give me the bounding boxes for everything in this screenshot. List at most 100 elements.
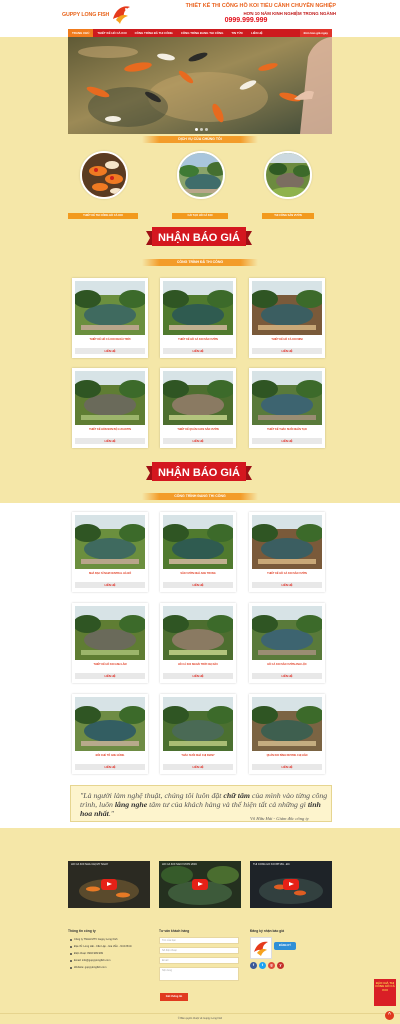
back-to-top-icon[interactable]: ^ bbox=[385, 1011, 394, 1020]
nav-item-contact[interactable]: LIÊN HỆ bbox=[247, 29, 266, 37]
service-image[interactable] bbox=[264, 151, 312, 199]
contact-button[interactable]: LIÊN HỆ bbox=[163, 348, 233, 354]
play-icon[interactable] bbox=[283, 879, 299, 890]
header-phone[interactable]: 0999.999.999 bbox=[196, 17, 296, 24]
project-image[interactable] bbox=[163, 697, 233, 751]
project-caption[interactable]: HỒ CÁ KOI NGOÀI TRỜI CHỊ DẦU bbox=[160, 663, 236, 666]
floating-quote-button[interactable]: BÁO GIÁ THI CÔNG HỒ CÁ KOI bbox=[374, 979, 396, 1006]
video-player[interactable]: HỒ CÁ KOI NHÀ CHỊ MỸ NGAY bbox=[68, 861, 150, 908]
register-button[interactable]: ĐĂNG KÝ bbox=[274, 942, 296, 950]
contact-button[interactable]: LIÊN HỆ bbox=[252, 348, 322, 354]
project-image[interactable] bbox=[163, 281, 233, 335]
service-label[interactable]: CẢI TẠO HỒ CÁ KOI bbox=[172, 213, 228, 219]
project-card[interactable]: QUÁN KOI BÌNH DƯƠNG CHỊ HÂN LIÊN HỆ bbox=[249, 694, 325, 774]
project-card[interactable]: THIẾT KẾ QUÁN CAFE SÂN VƯỜN LIÊN HỆ bbox=[160, 368, 236, 448]
project-card[interactable]: NHÀ BẠC SĨ NAM CENTRAL HÀ ĐÔ LIÊN HỆ bbox=[72, 512, 148, 592]
project-caption[interactable]: THIẾT KẾ THÁC SUỐI NHÂN TẠO bbox=[249, 428, 325, 431]
project-card[interactable]: SÂN VƯỜN NHÀ ANH TRUNG LIÊN HỆ bbox=[160, 512, 236, 592]
play-icon[interactable] bbox=[192, 879, 208, 890]
project-image[interactable] bbox=[75, 606, 145, 660]
hero-slider[interactable] bbox=[68, 37, 332, 134]
project-caption[interactable]: THIẾT KẾ HỒ KOI ANH LÂM bbox=[72, 663, 148, 666]
project-card[interactable]: THIẾT KẾ HỒ CÁ KOI SÂN VƯỜN LIÊN HỆ bbox=[249, 512, 325, 592]
play-icon[interactable] bbox=[101, 879, 117, 890]
project-image[interactable] bbox=[163, 606, 233, 660]
twitter-icon[interactable]: t bbox=[259, 962, 266, 969]
contact-button[interactable]: LIÊN HỆ bbox=[252, 438, 322, 444]
project-caption[interactable]: THIẾT KẾ QUÁN CAFE SÂN VƯỜN bbox=[160, 428, 236, 431]
contact-button[interactable]: LIÊN HỆ bbox=[252, 673, 322, 679]
project-caption[interactable]: QUÁN KOI BÌNH DƯƠNG CHỊ HÂN bbox=[249, 754, 325, 757]
email-input[interactable]: Email bbox=[159, 957, 239, 964]
contact-button[interactable]: LIÊN HỆ bbox=[163, 673, 233, 679]
project-card[interactable]: ĐỒI CHÈ TỐ ANH HÙNG LIÊN HỆ bbox=[72, 694, 148, 774]
project-card[interactable]: HỒ CÁ KOI SÂN VƯỜN ANH LỘC LIÊN HỆ bbox=[249, 603, 325, 683]
service-label[interactable]: THI CÔNG SÂN VƯỜN bbox=[262, 213, 314, 219]
project-caption[interactable]: THIẾT KẾ HÒN NON BỘ LUCAKTIN bbox=[72, 428, 148, 431]
contact-button[interactable]: LIÊN HỆ bbox=[252, 764, 322, 770]
project-image[interactable] bbox=[75, 281, 145, 335]
facebook-icon[interactable]: f bbox=[250, 962, 257, 969]
name-input[interactable]: Tên của bạn bbox=[159, 937, 239, 944]
project-image[interactable] bbox=[75, 515, 145, 569]
contact-button[interactable]: LIÊN HỆ bbox=[75, 582, 145, 588]
project-card[interactable]: THÁC SUỐI NHÀ CHỊ DIANY LIÊN HỆ bbox=[160, 694, 236, 774]
project-card[interactable]: THIẾT KẾ HỒ CÁ KOI NGOÀI TRỜI LIÊN HỆ bbox=[72, 278, 148, 358]
contact-button[interactable]: LIÊN HỆ bbox=[252, 582, 322, 588]
project-card[interactable]: THIẾT KẾ HỒ CÁ KOI SÂN VƯỜN LIÊN HỆ bbox=[160, 278, 236, 358]
project-image[interactable] bbox=[163, 371, 233, 425]
project-caption[interactable]: THIẾT KẾ HỒ CÁ KOI SÂN VƯỜN bbox=[249, 572, 325, 575]
project-image[interactable] bbox=[75, 697, 145, 751]
project-image[interactable] bbox=[252, 697, 322, 751]
project-card[interactable]: THIẾT KẾ HỒ KOI ANH LÂM LIÊN HỆ bbox=[72, 603, 148, 683]
contact-button[interactable]: LIÊN HỆ bbox=[163, 438, 233, 444]
nav-item-done[interactable]: CÔNG TRÌNH ĐÃ THI CÔNG bbox=[131, 29, 177, 37]
service-label[interactable]: THIẾT KẾ THI CÔNG HỒ CÁ KOI bbox=[68, 213, 138, 219]
project-image[interactable] bbox=[252, 606, 322, 660]
project-card[interactable]: HỒ CÁ KOI NGOÀI TRỜI CHỊ DẦU LIÊN HỆ bbox=[160, 603, 236, 683]
nav-item-news[interactable]: TIN TỨC bbox=[227, 29, 247, 37]
contact-button[interactable]: LIÊN HỆ bbox=[163, 582, 233, 588]
project-image[interactable] bbox=[252, 515, 322, 569]
nav-item-home[interactable]: TRANG CHỦ bbox=[68, 29, 94, 37]
slider-dot[interactable] bbox=[194, 128, 198, 131]
slider-dot[interactable] bbox=[204, 128, 208, 131]
video-player[interactable]: HỒ CÁ KOI SÂN VƯỜN 2019 bbox=[159, 861, 241, 908]
project-image[interactable] bbox=[252, 371, 322, 425]
youtube-icon[interactable]: y bbox=[277, 962, 284, 969]
project-card[interactable]: THIẾT KẾ HỒ CÁ KOI MINI LIÊN HỆ bbox=[249, 278, 325, 358]
contact-button[interactable]: LIÊN HỆ bbox=[75, 348, 145, 354]
quote-banner-button[interactable]: NHẬN BÁO GIÁ bbox=[146, 461, 252, 483]
contact-button[interactable]: LIÊN HỆ bbox=[75, 673, 145, 679]
google-icon[interactable]: g bbox=[268, 962, 275, 969]
phone-input[interactable]: Số điện thoại bbox=[159, 947, 239, 954]
project-card[interactable]: THIẾT KẾ THÁC SUỐI NHÂN TẠO LIÊN HỆ bbox=[249, 368, 325, 448]
service-image[interactable] bbox=[177, 151, 225, 199]
quote-banner-button[interactable]: NHẬN BÁO GIÁ bbox=[146, 226, 252, 248]
project-caption[interactable]: HỒ CÁ KOI SÂN VƯỜN ANH LỘC bbox=[249, 663, 325, 666]
contact-button[interactable]: LIÊN HỆ bbox=[75, 764, 145, 770]
project-image[interactable] bbox=[75, 371, 145, 425]
video-player[interactable]: THI CÔNG HỒ KOI BT181 - ĐC bbox=[250, 861, 332, 908]
project-caption[interactable]: THIẾT KẾ HỒ CÁ KOI MINI bbox=[249, 338, 325, 341]
nav-item-design[interactable]: THIẾT KẾ HỒ CÁ KOI bbox=[93, 29, 130, 37]
project-image[interactable] bbox=[163, 515, 233, 569]
nav-quote-button[interactable]: Đơn báo giá ngay bbox=[299, 29, 332, 37]
project-caption[interactable]: THÁC SUỐI NHÀ CHỊ DIANY bbox=[160, 754, 236, 757]
project-caption[interactable]: NHÀ BẠC SĨ NAM CENTRAL HÀ ĐÔ bbox=[72, 572, 148, 575]
service-image[interactable] bbox=[80, 151, 128, 199]
nav-item-ongoing[interactable]: CÔNG TRÌNH ĐANG THI CÔNG bbox=[177, 29, 228, 37]
project-caption[interactable]: THIẾT KẾ HỒ CÁ KOI SÂN VƯỜN bbox=[160, 338, 236, 341]
slider-dot[interactable] bbox=[199, 128, 203, 131]
project-caption[interactable]: SÂN VƯỜN NHÀ ANH TRUNG bbox=[160, 572, 236, 575]
project-image[interactable] bbox=[252, 281, 322, 335]
send-button[interactable]: Gửi thông tin bbox=[160, 993, 188, 1001]
message-textarea[interactable]: Nội dung bbox=[159, 967, 239, 981]
project-caption[interactable]: THIẾT KẾ HỒ CÁ KOI NGOÀI TRỜI bbox=[72, 338, 148, 341]
project-card[interactable]: THIẾT KẾ HÒN NON BỘ LUCAKTIN LIÊN HỆ bbox=[72, 368, 148, 448]
garden-image bbox=[266, 153, 310, 197]
contact-button[interactable]: LIÊN HỆ bbox=[75, 438, 145, 444]
project-caption[interactable]: ĐỒI CHÈ TỐ ANH HÙNG bbox=[72, 754, 148, 757]
logo[interactable]: GUPPY LONG FISH bbox=[62, 4, 134, 26]
contact-button[interactable]: LIÊN HỆ bbox=[163, 764, 233, 770]
